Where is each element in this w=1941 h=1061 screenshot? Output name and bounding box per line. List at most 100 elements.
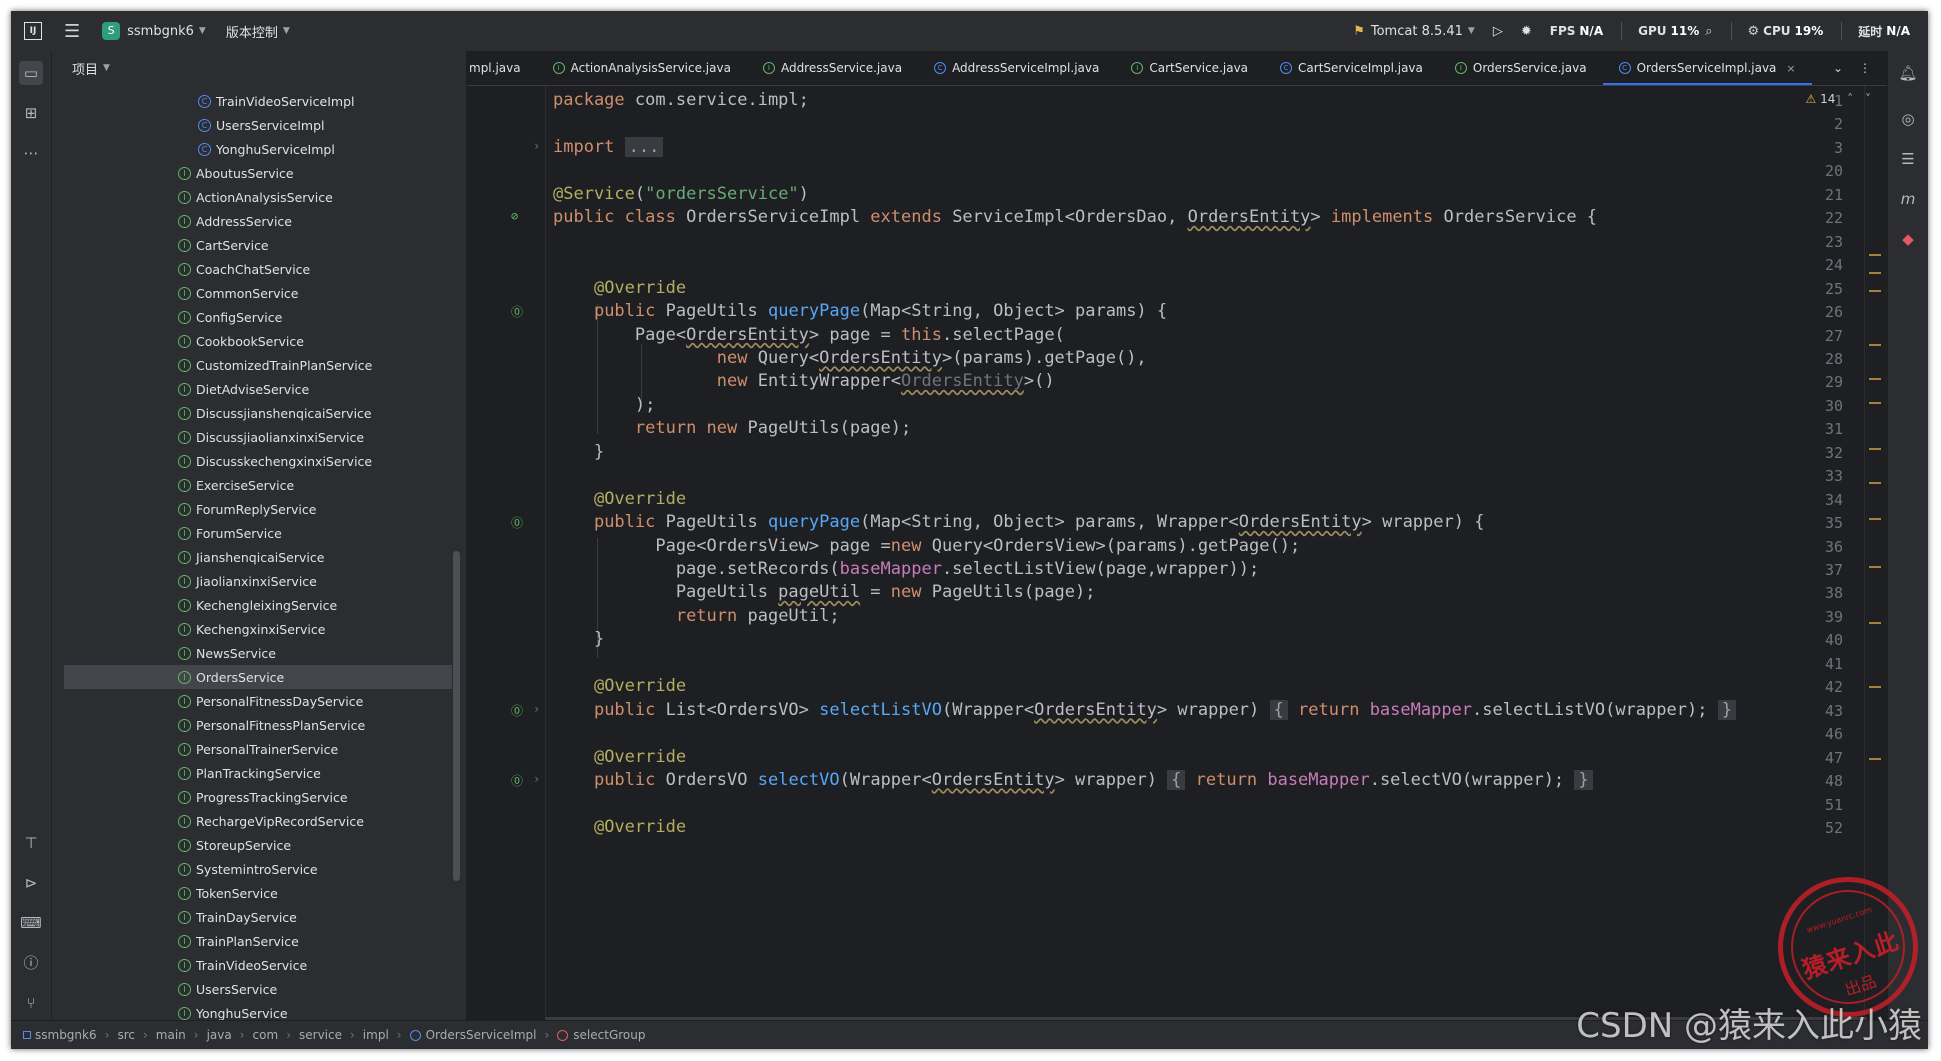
tree-item[interactable]: I CommonService [52, 281, 466, 305]
project-name[interactable]: ssmbgnk6 [127, 24, 194, 39]
code-line[interactable]: public PageUtils queryPage(Map<String, O… [553, 301, 1167, 321]
editor-tab[interactable]: I AddressService.java [747, 51, 918, 85]
code-line[interactable]: @Override [553, 676, 686, 696]
tree-item[interactable]: I ForumReplyService [52, 497, 466, 521]
code-line[interactable]: } [553, 629, 604, 649]
database-icon[interactable]: ☰ [1896, 147, 1920, 171]
run-icon[interactable]: ▷ [1493, 24, 1503, 39]
chevron-down-icon[interactable]: ▼ [283, 26, 290, 36]
search-icon[interactable]: ⌕ [1705, 24, 1712, 39]
tree-item[interactable]: I CustomizedTrainPlanService [52, 353, 466, 377]
tree-item[interactable]: I UsersService [52, 977, 466, 1001]
tree-item[interactable]: I TrainDayService [52, 905, 466, 929]
implements-icon[interactable]: ⓪ [511, 772, 523, 789]
breadcrumb-item[interactable]: selectGroup [573, 1028, 645, 1042]
editor-tab[interactable]: C AddressServiceImpl.java [918, 51, 1115, 85]
breadcrumb-item[interactable]: OrdersServiceImpl [426, 1028, 537, 1042]
vcs-menu[interactable]: 版本控制 [226, 22, 278, 41]
fold-icon[interactable]: › [533, 772, 540, 786]
code-line[interactable]: public OrdersVO selectVO(Wrapper<OrdersE… [553, 770, 1593, 791]
tree-item[interactable]: I TrainVideoService [52, 953, 466, 977]
breadcrumb-item[interactable]: java [207, 1028, 232, 1042]
maven-icon[interactable]: m [1896, 187, 1920, 211]
editor-tab[interactable]: C CartServiceImpl.java [1264, 51, 1439, 85]
tree-item[interactable]: I JiaolianxinxiService [52, 569, 466, 593]
tab-list-chevron-icon[interactable]: ⌄ [1833, 61, 1843, 75]
editor-tab[interactable]: I OrdersService.java [1439, 51, 1603, 85]
tree-item[interactable]: I KechengleixingService [52, 593, 466, 617]
breadcrumb-item[interactable]: service [299, 1028, 342, 1042]
tree-item[interactable]: I NewsService [52, 641, 466, 665]
code-line[interactable]: public List<OrdersVO> selectListVO(Wrapp… [553, 699, 1736, 720]
more-tabs-icon[interactable]: ⋮ [1859, 61, 1871, 75]
code-line[interactable]: } [553, 442, 604, 462]
terminal-icon[interactable]: ⌨ [19, 911, 43, 935]
chevron-up-icon[interactable]: ˄ [1847, 92, 1853, 106]
editor-tab[interactable]: I CartService.java [1115, 51, 1264, 85]
code-line[interactable]: public PageUtils queryPage(Map<String, O… [553, 512, 1485, 532]
notifications-icon[interactable]: 🔔︎ [1896, 61, 1920, 85]
code-line[interactable]: @Override [553, 489, 686, 509]
tree-item[interactable]: I PersonalFitnessDayService [52, 689, 466, 713]
services-icon[interactable]: ⊳ [19, 871, 43, 895]
main-menu-icon[interactable]: ☰ [64, 21, 80, 42]
build-icon[interactable]: ⊤ [19, 831, 43, 855]
tree-item[interactable]: I PersonalTrainerService [52, 737, 466, 761]
code-line[interactable]: @Override [553, 747, 686, 767]
tree-item[interactable]: I TokenService [52, 881, 466, 905]
code-line[interactable]: PageUtils pageUtil = new PageUtils(page)… [553, 582, 1096, 602]
folder-icon[interactable]: ▭ [19, 61, 43, 85]
code-line[interactable]: public class OrdersServiceImpl extends S… [553, 207, 1597, 227]
code-line[interactable]: @Override [553, 278, 686, 298]
git-icon[interactable]: ⑂ [19, 991, 43, 1015]
tree-item[interactable]: I ExerciseService [52, 473, 466, 497]
tree-item[interactable]: I DiscussjiaolianxinxiService [52, 425, 466, 449]
more-icon[interactable]: ⋯ [19, 141, 43, 165]
tree-item[interactable]: I ForumService [52, 521, 466, 545]
debug-icon[interactable]: ✹ [1521, 24, 1532, 39]
tree-item[interactable]: I YonghuService [52, 1001, 466, 1021]
code-line[interactable]: page.setRecords(baseMapper.selectListVie… [553, 559, 1259, 579]
fold-icon[interactable]: › [533, 702, 540, 716]
code-line[interactable]: Page<OrdersView> page =new Query<OrdersV… [553, 536, 1300, 556]
code-line[interactable]: @Override [553, 817, 686, 837]
tree-item[interactable]: I TrainPlanService [52, 929, 466, 953]
tree-item[interactable]: I RechargeVipRecordService [52, 809, 466, 833]
tree-item[interactable]: I CartService [52, 233, 466, 257]
code-line[interactable]: new Query<OrdersEntity>(params).getPage(… [553, 348, 1147, 368]
problems-icon[interactable]: ⓘ [19, 951, 43, 975]
chevron-down-icon[interactable]: ▼ [199, 26, 206, 36]
project-panel-header[interactable]: 项目 ▼ [52, 51, 466, 85]
tree-item[interactable]: I StoreupService [52, 833, 466, 857]
tree-item[interactable]: I ProgressTrackingService [52, 785, 466, 809]
editor-tab[interactable]: I ActionAnalysisService.java [537, 51, 747, 85]
tree-item[interactable]: C UsersServiceImpl [52, 113, 466, 137]
tree-item[interactable]: I CoachChatService [52, 257, 466, 281]
breadcrumb-item[interactable]: impl [363, 1028, 389, 1042]
tree-item[interactable]: I PlanTrackingService [52, 761, 466, 785]
gear-icon[interactable]: ⚙ [1748, 24, 1760, 39]
code-line[interactable]: return pageUtil; [553, 606, 840, 626]
tree-item[interactable]: C YonghuServiceImpl [52, 137, 466, 161]
tree-item[interactable]: I DietAdviseService [52, 377, 466, 401]
implements-icon[interactable]: ⓪ [511, 702, 523, 719]
run-config-selector[interactable]: ⚑ Tomcat 8.5.41 ▼ [1353, 24, 1475, 39]
tree-item[interactable]: I PersonalFitnessPlanService [52, 713, 466, 737]
tree-item[interactable]: I ConfigService [52, 305, 466, 329]
tree-item[interactable]: I CookbookService [52, 329, 466, 353]
implements-icon[interactable]: ⓪ [511, 514, 523, 531]
code-line[interactable]: @Service("ordersService") [553, 184, 809, 204]
spring-bean-icon[interactable]: ⊘ [511, 209, 518, 223]
chevron-down-icon[interactable]: ˅ [1865, 92, 1871, 106]
code-line[interactable]: new EntityWrapper<OrdersEntity>() [553, 371, 1055, 391]
tree-item[interactable]: I AddressService [52, 209, 466, 233]
code-line[interactable]: return new PageUtils(page); [553, 418, 911, 438]
code-line[interactable]: import ... [553, 136, 664, 157]
code-line[interactable]: package com.service.impl; [553, 90, 809, 110]
breadcrumb-item[interactable]: src [117, 1028, 135, 1042]
code-area[interactable]: ⚠ 14 ˄ ˅ 1 package com.service.impl; 2 3 › im… [467, 86, 1887, 1021]
tree-item[interactable]: I DiscussjianshenqicaiService [52, 401, 466, 425]
breadcrumb-item[interactable]: main [156, 1028, 186, 1042]
tree-item[interactable]: I JianshenqicaiService [52, 545, 466, 569]
editor-tab[interactable]: mpl.java [467, 51, 537, 85]
